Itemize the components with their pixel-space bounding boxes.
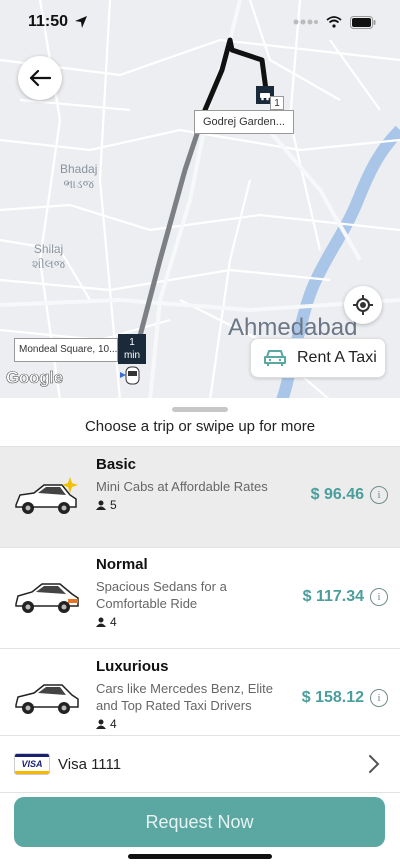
arrow-left-icon xyxy=(29,69,51,87)
my-location-button[interactable] xyxy=(344,286,382,324)
eta-value: 1 xyxy=(129,337,135,348)
origin-car-marker xyxy=(118,364,144,386)
place-label-shilaj: Shilaj શીલજ xyxy=(32,242,65,272)
car-luxurious-icon xyxy=(15,684,79,714)
place-name: Shilaj xyxy=(33,242,64,256)
trip-option-luxurious[interactable]: Luxurious Cars like Mercedes Benz, Elite… xyxy=(0,649,400,749)
battery-icon xyxy=(350,15,376,29)
divider xyxy=(0,792,400,793)
place-name: Bhadaj xyxy=(60,162,98,176)
trip-description: Mini Cabs at Affordable Rates xyxy=(96,479,268,494)
card-brand: VISA xyxy=(21,759,43,769)
trip-name: Luxurious xyxy=(96,658,169,675)
place-local-name: શીલજ xyxy=(32,257,66,271)
person-icon xyxy=(96,617,106,627)
car-marker-icon xyxy=(120,366,140,385)
eta-badge: 1 min xyxy=(118,334,146,364)
place-label-bhadaj: Bhadaj ભાડજ xyxy=(60,162,97,192)
trip-name: Basic xyxy=(96,456,137,473)
wifi-icon xyxy=(326,16,342,28)
back-button[interactable] xyxy=(18,56,62,100)
origin-label[interactable]: Mondeal Square, 10... xyxy=(14,338,118,362)
home-indicator xyxy=(128,854,272,859)
request-now-button[interactable]: Request Now xyxy=(14,797,385,847)
location-arrow-icon xyxy=(75,16,88,28)
trip-price: $ 117.34 xyxy=(302,588,364,605)
trip-seat-count: 4 xyxy=(110,615,117,629)
sheet-title: Choose a trip or swipe up for more xyxy=(84,418,316,435)
trip-seats: 4 xyxy=(96,615,117,629)
trip-price: $ 158.12 xyxy=(301,689,364,706)
google-logo: Google xyxy=(6,368,64,388)
trip-name: Normal xyxy=(96,556,148,573)
chevron-right-icon xyxy=(369,755,380,773)
eta-unit: min xyxy=(123,350,141,361)
trip-seat-count: 5 xyxy=(110,498,117,512)
person-icon xyxy=(96,719,106,729)
car-basic-icon xyxy=(15,477,78,514)
trip-option-normal[interactable]: Normal Spacious Sedans for a Comfortable… xyxy=(0,548,400,648)
info-icon[interactable]: i xyxy=(370,689,388,707)
place-local-name: ભાડજ xyxy=(63,177,94,191)
status-bar: 11:50 xyxy=(0,0,400,44)
destination-label[interactable]: Godrej Garden... xyxy=(194,110,294,134)
trip-description: Cars like Mercedes Benz, Elite and Top R… xyxy=(96,681,274,713)
person-icon xyxy=(96,500,106,510)
trip-description: Spacious Sedans for a Comfortable Ride xyxy=(96,579,227,611)
info-icon[interactable]: i xyxy=(370,588,388,606)
car-normal-icon xyxy=(15,583,79,613)
rent-taxi-label: Rent A Taxi xyxy=(297,349,377,366)
destination-badge: 1 xyxy=(270,96,284,110)
trip-seats: 5 xyxy=(96,498,117,512)
visa-card-icon: VISA xyxy=(14,753,50,775)
trip-seats: 4 xyxy=(96,717,117,731)
rent-taxi-button[interactable]: Rent A Taxi xyxy=(250,338,386,378)
sheet-handle[interactable] xyxy=(172,407,228,412)
trip-price: $ 96.46 xyxy=(310,486,364,503)
trip-option-basic[interactable]: Basic Mini Cabs at Affordable Rates 5 $ … xyxy=(0,447,400,547)
status-time: 11:50 xyxy=(28,13,69,30)
crosshair-icon xyxy=(353,295,373,315)
car-outline-icon xyxy=(264,350,286,366)
signal-icon xyxy=(293,19,318,25)
payment-card-label: Visa 1111 xyxy=(58,755,122,773)
trip-seat-count: 4 xyxy=(110,717,117,731)
info-icon[interactable]: i xyxy=(370,486,388,504)
trip-sheet: Choose a trip or swipe up for more Basic… xyxy=(0,398,400,866)
map-view[interactable]: 11:50 1 Godrej Garden... Bhadaj ભાડજ Shi… xyxy=(0,0,400,400)
payment-method-row[interactable]: VISA Visa 1111 xyxy=(0,736,400,792)
